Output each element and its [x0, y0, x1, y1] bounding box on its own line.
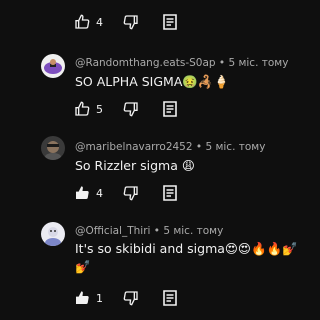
reply-comment-icon — [163, 185, 177, 201]
thumb-up-icon — [75, 101, 90, 116]
like-button[interactable]: 4 — [74, 14, 103, 30]
avatar-image — [41, 222, 65, 246]
thumb-up-icon — [76, 291, 89, 305]
avatar[interactable] — [41, 136, 65, 160]
comment-text-continuation: 💅 — [75, 259, 91, 274]
reply-button[interactable] — [163, 290, 177, 306]
avatar[interactable] — [41, 222, 65, 246]
like-count: 4 — [96, 15, 103, 29]
reply-comment-icon — [163, 290, 177, 306]
reply-button[interactable] — [163, 185, 177, 201]
avatar-image — [41, 54, 65, 78]
reply-comment-icon — [163, 14, 177, 30]
like-button[interactable]: 4 — [74, 185, 103, 201]
dislike-button[interactable] — [123, 185, 139, 201]
dislike-button[interactable] — [123, 290, 139, 306]
comment-time[interactable]: 5 міс. тому — [163, 225, 223, 237]
like-count: 5 — [96, 102, 103, 116]
reply-button[interactable] — [163, 101, 177, 117]
comment-author[interactable]: @Official_Thiri — [75, 225, 150, 237]
comment-text: It's so skibidi and sigma😍😍🔥🔥💅 — [75, 241, 298, 256]
comment-actions: 4 — [74, 183, 177, 203]
meta-separator: • — [195, 141, 203, 153]
thumb-up-icon — [75, 14, 90, 29]
comment-author[interactable]: @maribelnavarro2452 — [75, 141, 193, 153]
thumb-down-icon — [123, 102, 138, 117]
reply-comment-icon — [163, 101, 177, 117]
thumb-down-icon — [123, 291, 138, 306]
comment-author[interactable]: @Randomthang.eats-S0ap — [75, 57, 216, 69]
like-button[interactable]: 5 — [74, 101, 103, 117]
meta-separator: • — [153, 225, 160, 237]
top-comment-actions: 4 — [74, 12, 177, 32]
dislike-button[interactable] — [123, 14, 139, 30]
avatar-image — [41, 136, 65, 160]
comment-meta: @Randomthang.eats-S0ap • 5 міс. тому — [75, 57, 288, 69]
comment-actions: 1 — [74, 288, 177, 308]
thumb-down-icon — [123, 186, 138, 201]
comment-time[interactable]: 5 міс. тому — [228, 57, 288, 69]
dislike-button[interactable] — [123, 101, 139, 117]
like-button[interactable]: 1 — [74, 290, 103, 306]
like-count: 1 — [96, 291, 103, 305]
comment-text: SO ALPHA SIGMA🤢🦂🍦 — [75, 74, 230, 89]
comment-actions: 5 — [74, 99, 177, 119]
comment-meta: @Official_Thiri • 5 міс. тому — [75, 225, 223, 237]
comment-text: So Rizzler sigma 😩 — [75, 158, 195, 173]
like-count: 4 — [96, 186, 103, 200]
thumb-down-icon — [123, 15, 138, 30]
meta-separator: • — [218, 57, 226, 69]
reply-button[interactable] — [163, 14, 177, 30]
comment-time[interactable]: 5 міс. тому — [205, 141, 265, 153]
avatar[interactable] — [41, 54, 65, 78]
comment-meta: @maribelnavarro2452 • 5 міс. тому — [75, 141, 265, 153]
thumb-up-icon — [76, 186, 89, 200]
